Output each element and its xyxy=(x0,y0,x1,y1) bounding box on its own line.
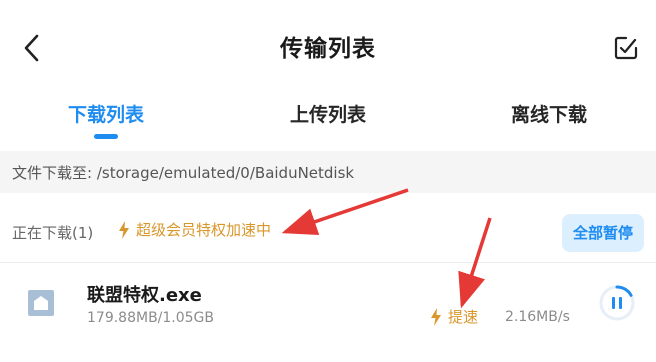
download-list-item[interactable]: 联盟特权.exe 179.88MB/1.05GB 提速 2.16MB/s xyxy=(0,264,656,344)
tab-offline-download[interactable]: 离线下载 xyxy=(469,100,629,127)
file-icon xyxy=(28,290,54,316)
pause-all-button[interactable]: 全部暂停 xyxy=(562,214,644,252)
file-size-progress: 179.88MB/1.05GB xyxy=(87,310,215,326)
downloading-section-header: 正在下载(1) 超级会员特权加速中 全部暂停 xyxy=(0,206,656,256)
header: 传输列表 xyxy=(0,0,656,92)
lightning-icon xyxy=(119,220,129,239)
pause-download-icon[interactable] xyxy=(598,284,636,322)
active-tab-indicator xyxy=(94,134,118,139)
vip-acceleration-text: 超级会员特权加速中 xyxy=(136,221,272,239)
speedup-button[interactable]: 提速 xyxy=(430,306,478,327)
divider xyxy=(0,262,656,263)
lightning-icon xyxy=(431,307,441,326)
download-speed: 2.16MB/s xyxy=(505,309,570,325)
vip-acceleration-badge[interactable]: 超级会员特权加速中 xyxy=(118,219,271,240)
speedup-label: 提速 xyxy=(448,308,479,326)
file-name: 联盟特权.exe xyxy=(87,285,202,306)
downloading-count-label: 正在下载(1) xyxy=(12,224,94,242)
download-path-bar: 文件下载至: /storage/emulated/0/BaiduNetdisk xyxy=(0,151,656,193)
page-title: 传输列表 xyxy=(280,36,376,62)
tab-download-list[interactable]: 下载列表 xyxy=(26,100,186,127)
download-path-text: 文件下载至: /storage/emulated/0/BaiduNetdisk xyxy=(12,164,355,182)
tab-upload-list[interactable]: 上传列表 xyxy=(248,100,408,127)
edit-checkbox-icon[interactable] xyxy=(612,34,640,62)
progress-ring xyxy=(615,285,633,297)
